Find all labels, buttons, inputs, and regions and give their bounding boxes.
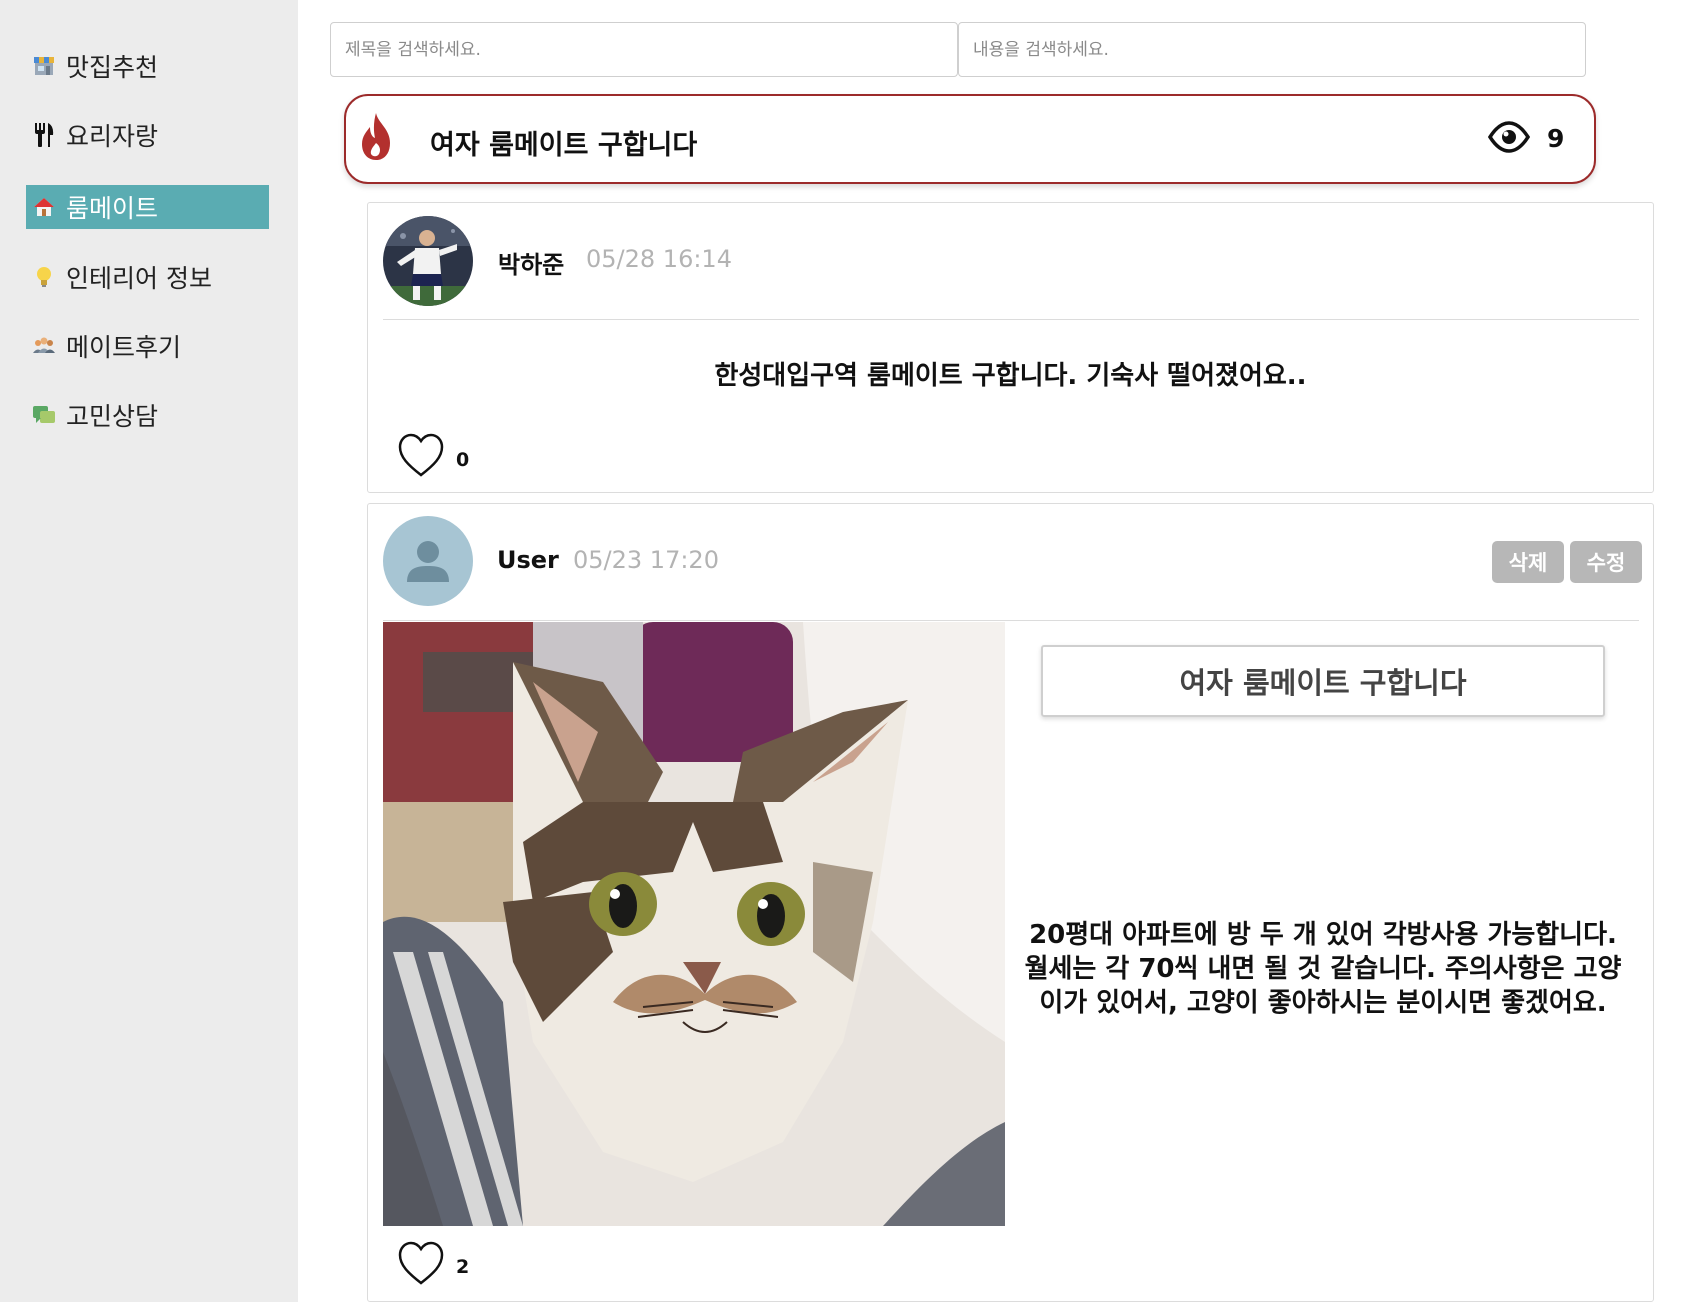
sidebar-item-label: 메이트후기 (66, 333, 182, 362)
comment-author: 박하준 (498, 251, 565, 279)
divider (383, 620, 1639, 621)
sidebar-item-cooking[interactable]: 요리자랑 (26, 113, 269, 157)
sidebar-item-label: 룸메이트 (66, 194, 159, 223)
sidebar-item-label: 고민상담 (66, 402, 159, 431)
post-title-banner: 여자 룸메이트 구합니다 9 (344, 94, 1596, 184)
sidebar-item-roommate[interactable]: 룸메이트 (26, 185, 269, 229)
post-body: 20평대 아파트에 방 두 개 있어 각방사용 가능합니다. 월세는 각 70씩… (1024, 920, 1622, 1018)
sidebar-item-review[interactable]: 메이트후기 (26, 324, 269, 368)
edit-button[interactable]: 수정 (1570, 541, 1642, 583)
house-icon (32, 195, 56, 219)
heart-icon[interactable] (398, 433, 444, 481)
divider (383, 319, 1639, 320)
chat-icon (32, 403, 56, 427)
avatar[interactable] (383, 516, 473, 606)
sidebar-item-label: 요리자랑 (66, 122, 159, 151)
title-search-input[interactable] (330, 22, 958, 77)
post-card: User 05/23 17:20 삭제 수정 여자 룸메이트 구합니다 20평대… (367, 503, 1654, 1302)
view-count: 9 (1547, 124, 1565, 153)
like-count: 0 (456, 449, 470, 471)
sidebar: 맛집추천 요리자랑 룸메이트 인테리어 정보 메이트후기 고민상담 (0, 0, 298, 1302)
sidebar-item-label: 맛집추천 (66, 53, 159, 82)
lightbulb-icon (32, 265, 56, 289)
avatar[interactable] (383, 216, 473, 306)
app-root: 맛집추천 요리자랑 룸메이트 인테리어 정보 메이트후기 고민상담 제목을 검색… (0, 0, 1682, 1302)
store-icon (32, 54, 56, 78)
post-author: User (497, 546, 559, 574)
sidebar-item-counsel[interactable]: 고민상담 (26, 393, 269, 437)
eye-icon (1487, 121, 1531, 157)
sidebar-item-restaurant[interactable]: 맛집추천 (26, 44, 269, 88)
content-search-input[interactable] (958, 22, 1586, 77)
post-timestamp: 05/23 17:20 (573, 546, 719, 574)
sidebar-item-interior[interactable]: 인테리어 정보 (26, 255, 269, 299)
people-icon (32, 334, 56, 358)
delete-button[interactable]: 삭제 (1492, 541, 1564, 583)
banner-title: 여자 룸메이트 구합니다 (430, 130, 698, 161)
comment-text: 한성대입구역 룸메이트 구합니다. 기숙사 떨어졌어요.. (714, 361, 1307, 391)
fire-icon (356, 111, 396, 167)
post-title-box: 여자 룸메이트 구합니다 (1041, 645, 1605, 717)
heart-icon[interactable] (398, 1241, 444, 1289)
sidebar-item-label: 인테리어 정보 (66, 264, 212, 293)
fork-knife-icon (32, 123, 56, 147)
comment-card: 박하준 05/28 16:14 한성대입구역 룸메이트 구합니다. 기숙사 떨어… (367, 202, 1654, 493)
post-photo (383, 622, 1005, 1226)
comment-timestamp: 05/28 16:14 (586, 245, 732, 273)
like-count: 2 (456, 1256, 470, 1278)
